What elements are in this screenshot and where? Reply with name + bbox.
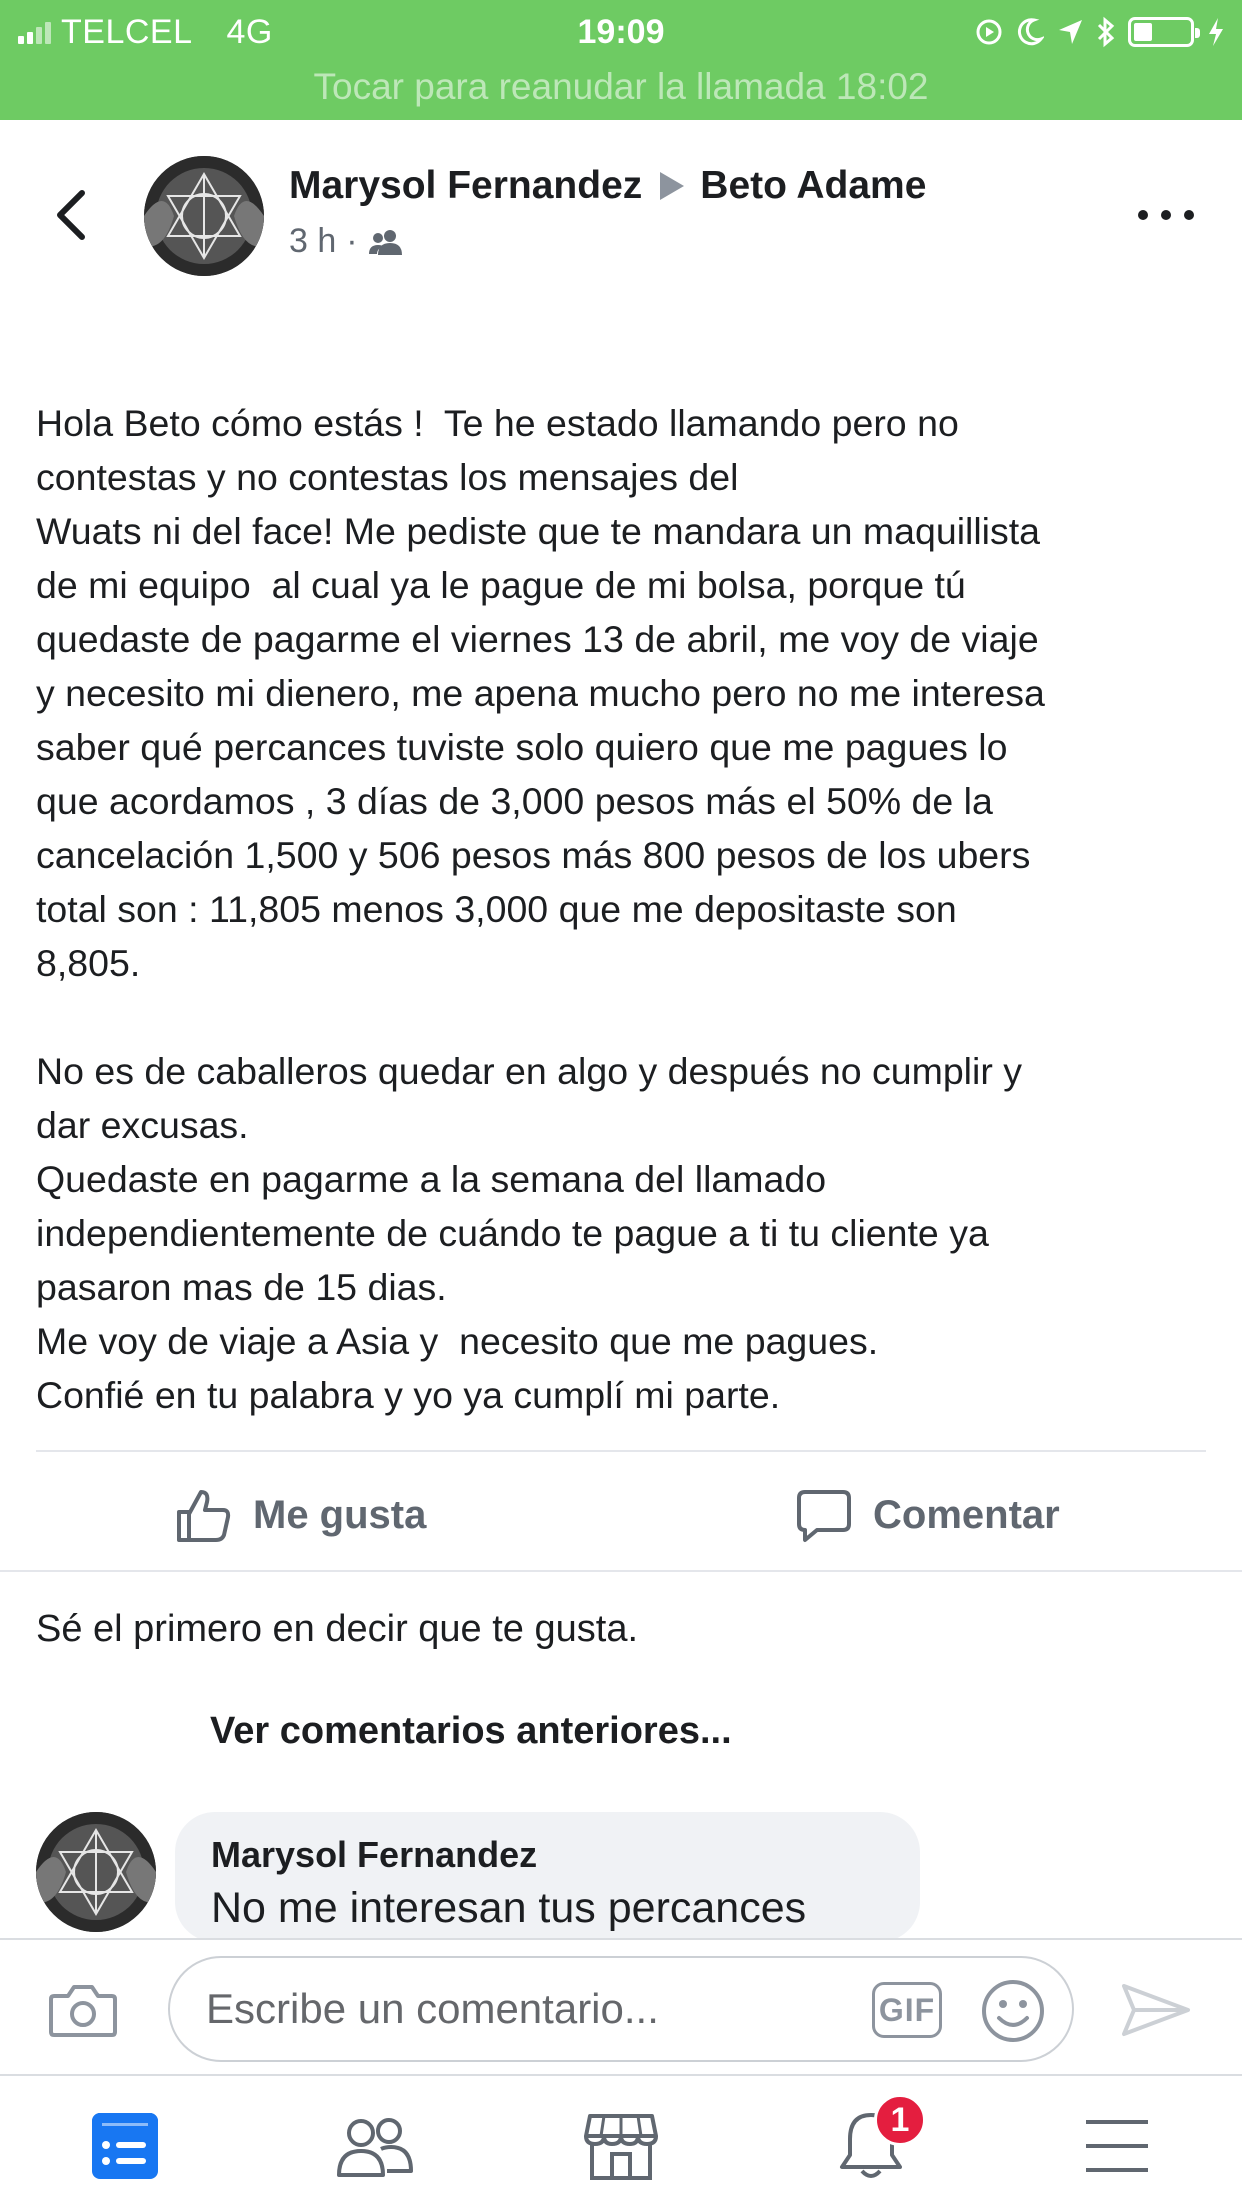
battery-icon xyxy=(1128,17,1200,47)
gif-button[interactable]: GIF xyxy=(872,1982,942,2038)
divider xyxy=(36,1450,1206,1452)
meta-separator: · xyxy=(346,222,358,260)
notifications-badge: 1 xyxy=(874,2094,926,2146)
more-options-button[interactable] xyxy=(1138,200,1194,230)
status-right xyxy=(974,10,1226,54)
camera-button[interactable] xyxy=(48,1980,118,2040)
avatar-image xyxy=(36,1812,156,1932)
first-like-text: Sé el primero en decir que te gusta. xyxy=(36,1608,639,1650)
post-meta: 3 h · xyxy=(289,222,404,261)
chevron-left-icon xyxy=(57,190,85,240)
comment-text: No me interesan tus percances xyxy=(211,1884,807,1932)
back-button[interactable] xyxy=(48,185,98,245)
friends-icon xyxy=(337,2118,413,2177)
tab-notifications[interactable]: 1 xyxy=(826,2094,926,2186)
avatar-image xyxy=(144,156,264,276)
bluetooth-icon xyxy=(1097,16,1115,48)
comment-button[interactable]: Comentar xyxy=(795,1480,1060,1550)
author-avatar[interactable] xyxy=(144,156,264,276)
camera-icon xyxy=(49,1985,117,2037)
marketplace-icon xyxy=(584,2114,658,2180)
location-icon xyxy=(1059,20,1082,44)
post-title: Marysol Fernandez Beto Adame xyxy=(289,164,926,208)
charging-icon xyxy=(1209,18,1223,46)
post-time[interactable]: 3 h xyxy=(289,222,336,261)
like-label: Me gusta xyxy=(253,1492,427,1537)
emoji-button[interactable] xyxy=(980,1978,1046,2044)
comment-bubble[interactable]: Marysol Fernandez No me interesan tus pe… xyxy=(175,1812,920,1942)
arrow-right-icon xyxy=(660,172,685,200)
send-icon xyxy=(1122,1984,1190,2036)
screen-record-icon xyxy=(976,19,1002,45)
commenter-avatar[interactable] xyxy=(36,1812,156,1932)
menu-icon xyxy=(1086,2120,1148,2172)
thumbs-up-icon xyxy=(177,1490,231,1542)
comment-composer: GIF xyxy=(0,1938,1242,2076)
comment-author[interactable]: Marysol Fernandez xyxy=(211,1834,884,1876)
comment-icon xyxy=(797,1490,851,1542)
like-button[interactable]: Me gusta xyxy=(175,1480,426,1550)
send-button[interactable] xyxy=(1120,1980,1192,2040)
author-name[interactable]: Marysol Fernandez xyxy=(289,164,642,208)
news-feed-icon xyxy=(92,2113,158,2179)
resume-call-banner[interactable]: Tocar para reanudar la llamada 18:02 xyxy=(0,66,1242,108)
comment-label: Comentar xyxy=(873,1492,1060,1537)
tab-bar: 1 xyxy=(0,2074,1242,2208)
tab-menu[interactable] xyxy=(1072,2106,1162,2186)
divider xyxy=(0,1570,1242,1572)
tab-friends[interactable] xyxy=(330,2106,420,2186)
status-bar: TELCEL 4G 19:09 Tocar para reanudar la l… xyxy=(0,0,1242,120)
view-previous-comments-link[interactable]: Ver comentarios anteriores... xyxy=(210,1710,732,1753)
tab-marketplace[interactable] xyxy=(576,2106,666,2186)
friends-icon xyxy=(368,229,402,255)
do-not-disturb-icon xyxy=(1018,18,1044,46)
tab-news-feed[interactable] xyxy=(80,2106,170,2186)
post-text: Hola Beto cómo estás ! Te he estado llam… xyxy=(36,402,1045,1416)
smiley-icon xyxy=(982,1980,1044,2042)
recipient-name[interactable]: Beto Adame xyxy=(700,164,926,208)
